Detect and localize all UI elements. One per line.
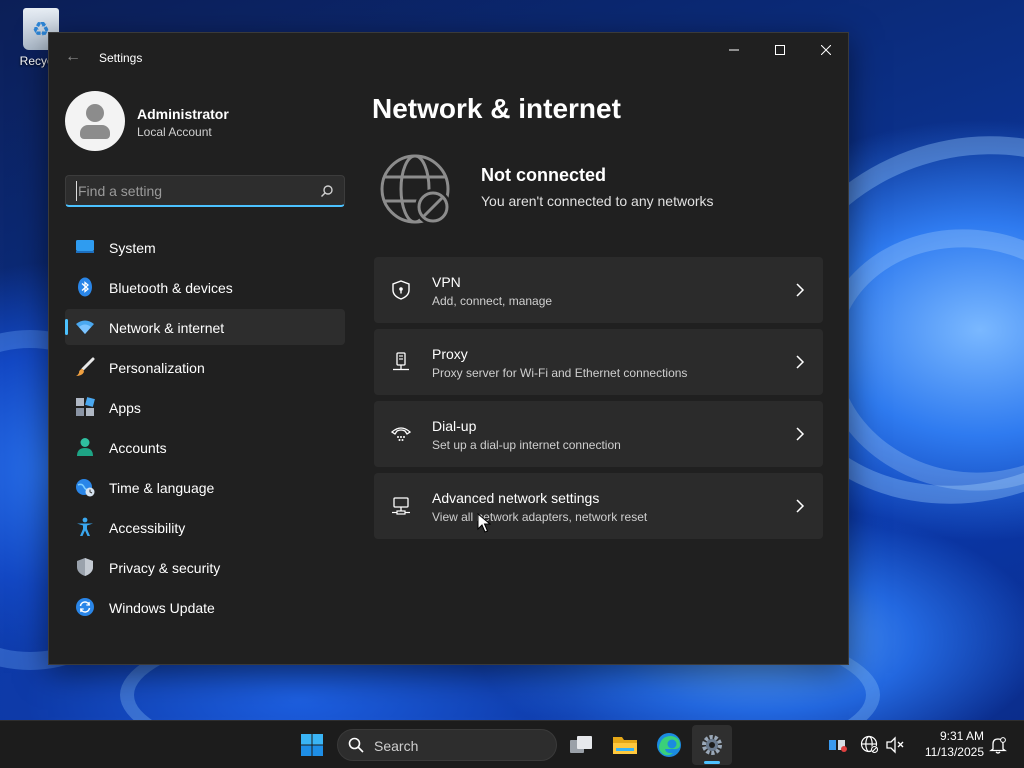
maximize-icon	[775, 45, 785, 55]
close-icon	[821, 45, 831, 55]
apps-icon	[75, 397, 95, 417]
sidebar-item-label: Time & language	[109, 480, 215, 496]
settings-icon	[702, 735, 722, 755]
minimize-icon	[729, 49, 739, 51]
app-title: Settings	[99, 51, 143, 65]
taskbar-clock[interactable]: 9:31 AM 11/13/2025	[912, 729, 984, 759]
proxy-card[interactable]: Proxy Proxy server for Wi-Fi and Etherne…	[374, 329, 823, 395]
title-bar[interactable]: ← Settings	[49, 33, 848, 81]
settings-window: ← Settings Administrator Local Account F…	[48, 32, 849, 665]
sidebar-item-system[interactable]: System	[65, 229, 345, 265]
search-icon	[348, 737, 364, 753]
monitor-icon	[75, 237, 95, 257]
chevron-right-icon	[796, 427, 805, 441]
chevron-right-icon	[796, 283, 805, 297]
proxy-icon	[390, 351, 412, 373]
network-adapter-tray-button[interactable]	[828, 735, 848, 755]
card-subtitle: View all network adapters, network reset	[432, 510, 648, 524]
globe-blocked-icon	[380, 154, 451, 225]
volume-tray-button[interactable]	[885, 735, 905, 755]
sidebar-item-label: Privacy & security	[109, 560, 221, 576]
card-title: VPN	[432, 274, 461, 290]
shield-icon	[75, 557, 95, 577]
edge-icon	[657, 733, 681, 757]
notification-bell-icon	[989, 737, 1007, 754]
status-subtitle: You aren't connected to any networks	[481, 193, 714, 209]
status-title: Not connected	[481, 165, 607, 185]
back-arrow-icon[interactable]: ←	[63, 47, 83, 67]
connection-status: Not connected You aren't connected to an…	[379, 153, 819, 233]
sidebar-item-windows-update[interactable]: Windows Update	[65, 589, 345, 625]
avatar	[65, 91, 125, 151]
vpn-shield-icon	[390, 279, 412, 301]
search-input[interactable]	[76, 181, 306, 201]
taskbar-search[interactable]: Search	[337, 729, 557, 761]
chevron-right-icon	[796, 355, 805, 369]
update-icon	[75, 597, 95, 617]
card-subtitle: Set up a dial-up internet connection	[432, 438, 621, 452]
advanced-network-settings-card[interactable]: Advanced network settings View all netwo…	[374, 473, 823, 539]
sidebar-item-label: Apps	[109, 400, 141, 416]
sidebar-item-accounts[interactable]: Accounts	[65, 429, 345, 465]
card-title: Proxy	[432, 346, 468, 362]
card-subtitle: Add, connect, manage	[432, 294, 553, 308]
sidebar-item-apps[interactable]: Apps	[65, 389, 345, 425]
task-view-button[interactable]	[561, 725, 601, 765]
sidebar-item-label: Accounts	[109, 440, 167, 456]
file-explorer-icon	[613, 737, 637, 754]
bluetooth-icon	[75, 277, 95, 297]
notifications-button[interactable]	[988, 735, 1008, 755]
wifi-icon	[75, 317, 95, 337]
sidebar-item-label: Bluetooth & devices	[109, 280, 233, 296]
start-button[interactable]	[292, 725, 332, 765]
taskbar: Search 9:31 AM 11/13/2025	[0, 720, 1024, 768]
user-name: Administrator	[137, 106, 229, 122]
person-icon	[75, 437, 95, 457]
start-icon	[301, 734, 323, 756]
dialup-icon	[390, 423, 412, 445]
edge-button[interactable]	[649, 725, 689, 765]
network-tray-button[interactable]	[860, 735, 880, 755]
card-subtitle: Proxy server for Wi-Fi and Ethernet conn…	[432, 366, 688, 380]
dialup-card[interactable]: Dial-up Set up a dial-up internet connec…	[374, 401, 823, 467]
page-title: Network & internet	[372, 93, 621, 124]
mouse-cursor-icon	[477, 513, 491, 533]
sidebar-item-label: Network & internet	[109, 320, 225, 336]
task-view-icon	[570, 736, 592, 753]
sidebar-item-time-language[interactable]: Time & language	[65, 469, 345, 505]
close-button[interactable]	[803, 33, 849, 67]
computer-network-icon	[390, 495, 412, 517]
taskbar-search-label: Search	[374, 738, 419, 754]
brush-icon	[75, 357, 95, 377]
speaker-muted-icon	[886, 736, 904, 754]
globe-clock-icon	[75, 477, 95, 497]
card-title: Advanced network settings	[432, 490, 600, 506]
sidebar-nav: System Bluetooth & devices Network & int…	[65, 229, 345, 629]
minimize-button[interactable]	[711, 33, 757, 67]
file-explorer-button[interactable]	[605, 725, 645, 765]
sidebar-item-personalization[interactable]: Personalization	[65, 349, 345, 385]
card-title: Dial-up	[432, 418, 477, 434]
sidebar-item-label: Windows Update	[109, 600, 215, 616]
account-type: Local Account	[137, 125, 212, 139]
maximize-button[interactable]	[757, 33, 803, 67]
sidebar-item-network[interactable]: Network & internet	[65, 309, 345, 345]
settings-taskbar-button[interactable]	[692, 725, 732, 765]
globe-network-icon	[860, 735, 879, 754]
search-icon[interactable]	[320, 184, 334, 198]
accessibility-icon	[75, 517, 95, 537]
sidebar-item-accessibility[interactable]: Accessibility	[65, 509, 345, 545]
sidebar-item-privacy-security[interactable]: Privacy & security	[65, 549, 345, 585]
sidebar-item-label: System	[109, 240, 156, 256]
sidebar-item-bluetooth[interactable]: Bluetooth & devices	[65, 269, 345, 305]
user-profile[interactable]: Administrator Local Account	[65, 91, 355, 151]
settings-search-box[interactable]	[65, 175, 345, 207]
sidebar-item-label: Personalization	[109, 360, 205, 376]
network-adapter-icon	[829, 740, 847, 752]
clock-date: 11/13/2025	[924, 745, 984, 759]
sidebar-item-label: Accessibility	[109, 520, 186, 536]
vpn-card[interactable]: VPN Add, connect, manage	[374, 257, 823, 323]
clock-time: 9:31 AM	[939, 729, 984, 743]
chevron-right-icon	[796, 499, 805, 513]
